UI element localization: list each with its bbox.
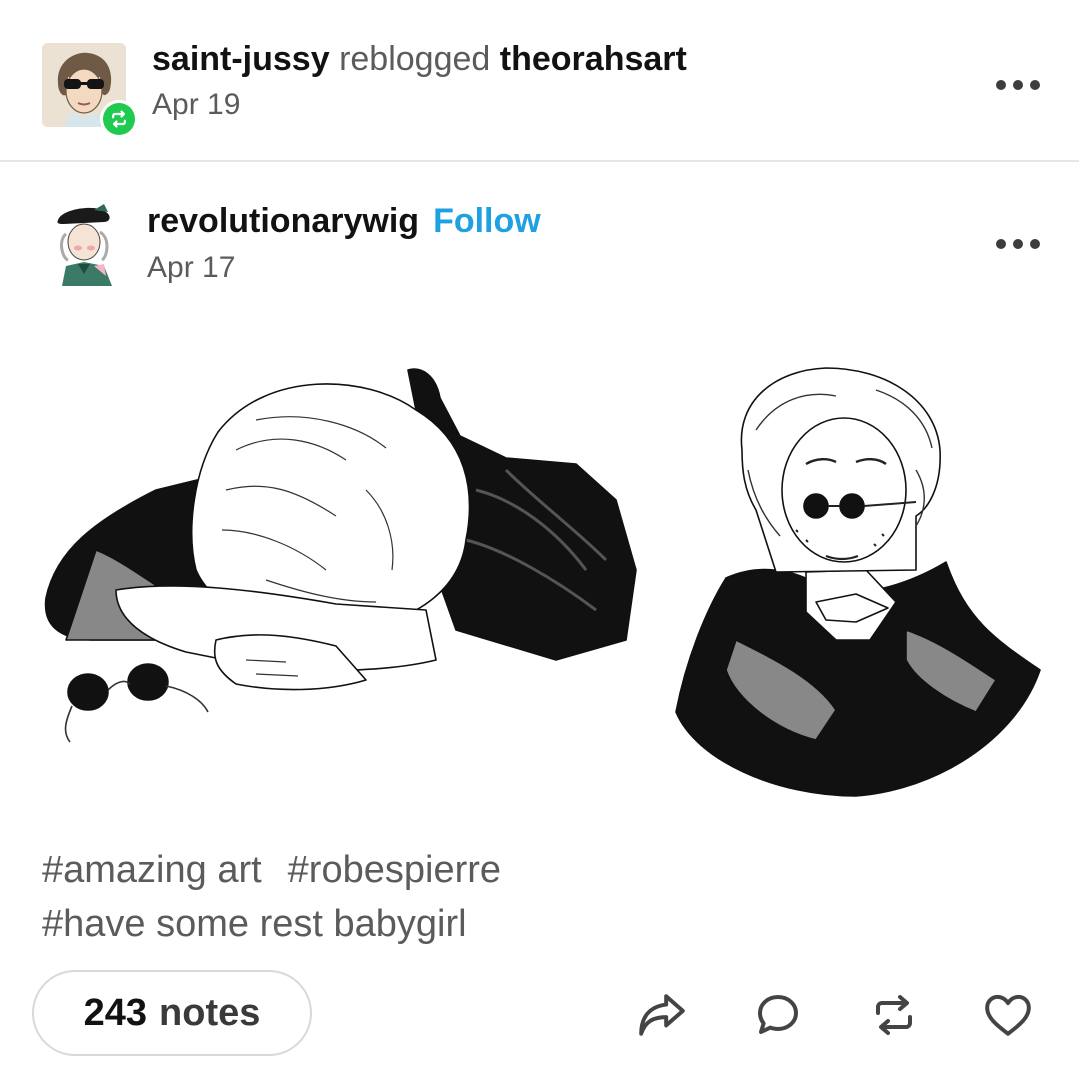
reblog-more-icon[interactable] xyxy=(996,75,1040,95)
post-date[interactable]: Apr 17 xyxy=(147,251,235,285)
bust-figure xyxy=(675,367,1041,797)
more-dot xyxy=(1030,80,1040,90)
sleeping-figure xyxy=(44,368,637,743)
reblog-header: saint-jussy reblogged theorahsart Apr 19 xyxy=(0,0,1079,162)
heart-icon[interactable] xyxy=(982,990,1034,1040)
follow-button[interactable]: Follow xyxy=(433,202,541,240)
reblog-line: saint-jussy reblogged theorahsart xyxy=(152,40,687,79)
header-divider xyxy=(0,160,1079,162)
post-artwork[interactable] xyxy=(36,340,1046,810)
artwork-illustration xyxy=(44,367,1041,797)
author-avatar[interactable] xyxy=(54,204,122,286)
post-more-icon[interactable] xyxy=(996,234,1040,254)
more-dot xyxy=(1013,80,1023,90)
reblog-icon[interactable] xyxy=(868,990,920,1040)
author-line: revolutionarywig Follow xyxy=(147,202,541,241)
reblog-date[interactable]: Apr 19 xyxy=(152,88,240,122)
notes-button[interactable]: 243 notes xyxy=(32,970,312,1056)
reblog-badge-icon xyxy=(103,103,135,135)
reply-icon[interactable] xyxy=(752,990,804,1040)
more-dot xyxy=(1013,239,1023,249)
notes-label: notes xyxy=(159,991,261,1034)
author-name[interactable]: revolutionarywig xyxy=(147,202,419,240)
post-tags: #amazing art #robespierre #have some rest… xyxy=(42,843,1042,951)
notes-count: 243 xyxy=(83,991,148,1034)
more-dot xyxy=(996,80,1006,90)
reblog-badge xyxy=(100,100,138,138)
more-dot xyxy=(996,239,1006,249)
author-avatar-art xyxy=(54,204,122,286)
more-dot xyxy=(1030,239,1040,249)
reblog-action-text: reblogged xyxy=(339,40,491,78)
reblogger-name[interactable]: saint-jussy xyxy=(152,40,330,78)
tag-amazing-art[interactable]: #amazing art xyxy=(42,849,262,891)
tag-have-some-rest-babygirl[interactable]: #have some rest babygirl xyxy=(42,903,467,945)
reblog-source-name[interactable]: theorahsart xyxy=(500,40,687,78)
share-icon[interactable] xyxy=(636,990,688,1040)
tag-robespierre[interactable]: #robespierre xyxy=(288,849,501,891)
